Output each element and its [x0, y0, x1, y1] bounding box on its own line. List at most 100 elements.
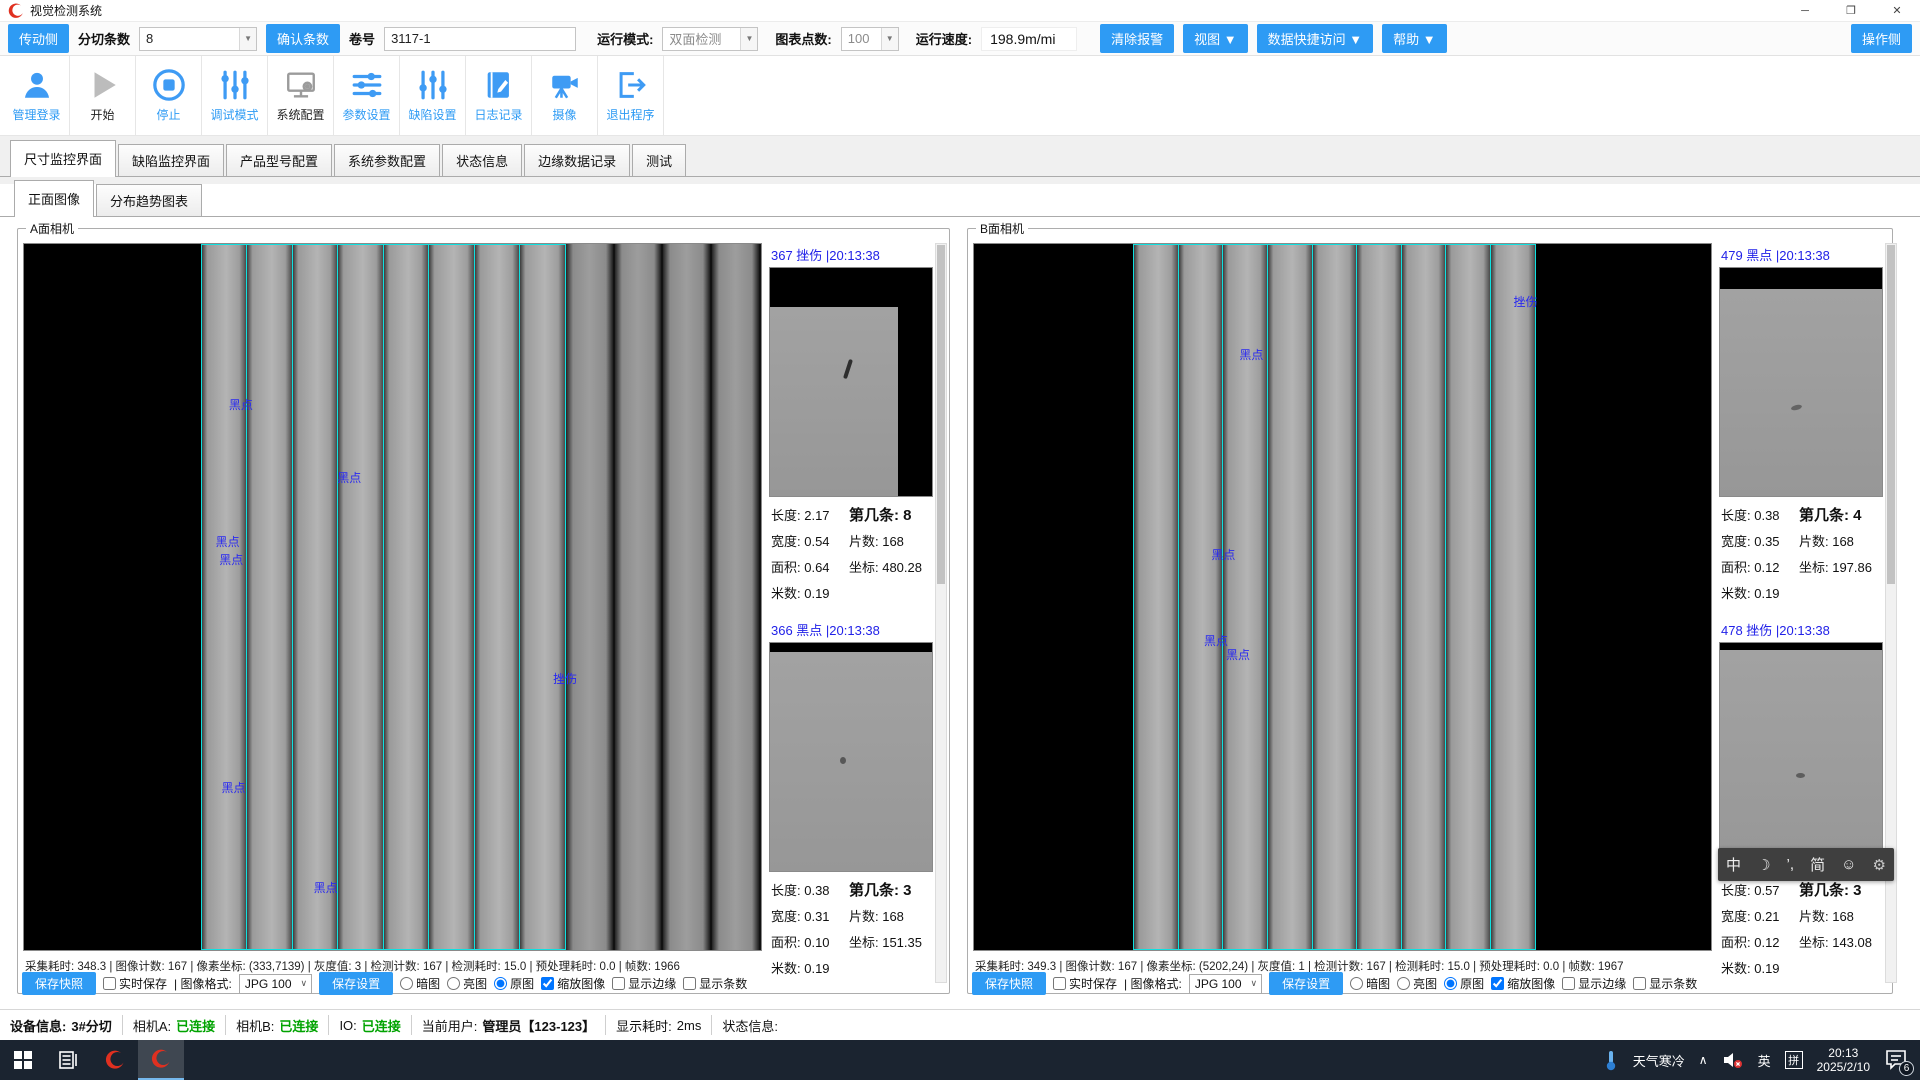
image-format-label: | 图像格式: [1124, 975, 1182, 992]
display-time-label: 显示耗时: [616, 1016, 672, 1035]
current-user-value: 管理员【123-123】 [482, 1016, 595, 1035]
dark-image-radio[interactable]: 暗图 [400, 975, 440, 992]
slit-strip [293, 245, 338, 949]
show-edge-checkbox[interactable]: 显示边缘 [612, 975, 676, 992]
ime-settings-gear-icon[interactable]: ⚙ [1872, 856, 1885, 874]
zoom-image-checkbox[interactable]: 缩放图像 [1491, 975, 1555, 992]
video-capture-icon [548, 68, 582, 102]
exit-program-button[interactable]: 退出程序 [598, 56, 664, 135]
minimize-button[interactable]: ─ [1782, 0, 1828, 21]
confirm-count-button[interactable]: 确认条数 [266, 24, 340, 53]
close-button[interactable]: ✕ [1874, 0, 1920, 21]
tab-product-model-config[interactable]: 产品型号配置 [226, 144, 332, 177]
show-edge-checkbox[interactable]: 显示边缘 [1562, 975, 1626, 992]
original-image-radio[interactable]: 原图 [494, 975, 534, 992]
maximize-button[interactable]: ❐ [1828, 0, 1874, 21]
param-settings-icon [350, 68, 384, 102]
realtime-save-checkbox[interactable]: 实时保存 [1053, 975, 1117, 992]
defect-scrollbar[interactable] [935, 243, 947, 983]
tab-status-info[interactable]: 状态信息 [442, 144, 522, 177]
subtab-front-image[interactable]: 正面图像 [14, 180, 94, 217]
slit-strip [1446, 245, 1491, 949]
ime-fullwidth-moon-icon[interactable]: ☽ [1757, 856, 1770, 874]
tab-size-monitor[interactable]: 尺寸监控界面 [10, 140, 116, 177]
slit-strip-dim [663, 244, 712, 950]
volume-muted-icon[interactable] [1722, 1051, 1744, 1069]
roll-number-input[interactable] [384, 27, 576, 51]
action-center-button[interactable]: 6 [1884, 1047, 1910, 1073]
defect-card[interactable]: 478 挫伤 |20:13:38 长度: 0.57第几条: 3 宽度: 0.21… [1719, 618, 1883, 982]
save-settings-button[interactable]: 保存设置 [1269, 972, 1343, 995]
start-button[interactable] [0, 1040, 46, 1080]
show-count-checkbox[interactable]: 显示条数 [1633, 975, 1697, 992]
defect-card[interactable]: 367 挫伤 |20:13:38 长度: 2.17第几条: 8 宽度: 0.54… [769, 243, 933, 607]
app-logo-icon [8, 3, 24, 19]
current-user-label: 当前用户: [422, 1016, 478, 1035]
original-image-radio[interactable]: 原图 [1444, 975, 1484, 992]
system-config-button[interactable]: 系统配置 [268, 56, 334, 135]
ime-simplified-icon[interactable]: 简 [1810, 854, 1825, 875]
log-record-icon [482, 68, 516, 102]
run-mode-select[interactable]: 双面检测 ▼ [662, 27, 758, 51]
zoom-image-checkbox[interactable]: 缩放图像 [541, 975, 605, 992]
slit-roi-outline [201, 244, 566, 950]
subtab-distribution-trend-chart[interactable]: 分布趋势图表 [96, 184, 202, 217]
task-view-button[interactable] [46, 1040, 92, 1080]
view-menu-button[interactable]: 视图 ▼ [1183, 24, 1247, 53]
ime-emoji-icon[interactable]: ☺ [1841, 856, 1856, 873]
defect-header: 366 黑点 |20:13:38 [769, 618, 933, 642]
param-settings-button[interactable]: 参数设置 [334, 56, 400, 135]
admin-login-button[interactable]: 管理登录 [4, 56, 70, 135]
save-snapshot-button[interactable]: 保存快照 [972, 972, 1046, 995]
tab-defect-monitor[interactable]: 缺陷监控界面 [118, 144, 224, 177]
defect-header: 479 黑点 |20:13:38 [1719, 243, 1883, 267]
save-snapshot-button[interactable]: 保存快照 [22, 972, 96, 995]
clear-alarm-button[interactable]: 清除报警 [1100, 24, 1174, 53]
slit-count-select[interactable]: 8 ▼ [139, 27, 257, 51]
weather-status-text[interactable]: 天气寒冷 [1633, 1051, 1685, 1070]
video-capture-button[interactable]: 摄像 [532, 56, 598, 135]
ime-punctuation-icon[interactable]: ’, [1787, 856, 1795, 873]
bright-image-radio[interactable]: 亮图 [1397, 975, 1437, 992]
chart-points-select[interactable]: 100 ▼ [841, 27, 899, 51]
show-count-checkbox[interactable]: 显示条数 [683, 975, 747, 992]
image-format-select[interactable]: JPG 100∨ [239, 974, 312, 994]
language-indicator[interactable]: 英 [1758, 1051, 1771, 1070]
ime-pinyin-badge[interactable]: 拼 [1785, 1051, 1803, 1069]
taskbar-clock[interactable]: 20:13 2025/2/10 [1817, 1046, 1870, 1074]
realtime-save-checkbox[interactable]: 实时保存 [103, 975, 167, 992]
image-format-select[interactable]: JPG 100∨ [1189, 974, 1262, 994]
statusbar-status-info: 状态信息: [712, 1015, 793, 1035]
task-list-icon [59, 1051, 79, 1069]
help-menu-button[interactable]: 帮助 ▼ [1382, 24, 1446, 53]
thermometer-icon [1603, 1049, 1619, 1071]
defect-settings-button[interactable]: 缺陷设置 [400, 56, 466, 135]
running-app-vision-system[interactable] [138, 1040, 184, 1080]
tab-test[interactable]: 测试 [632, 144, 686, 177]
defect-card[interactable]: 366 黑点 |20:13:38 长度: 0.38第几条: 3 宽度: 0.31… [769, 618, 933, 982]
tab-edge-data-record[interactable]: 边缘数据记录 [524, 144, 630, 177]
log-record-button[interactable]: 日志记录 [466, 56, 532, 135]
tray-expand-chevron-icon[interactable]: ∧ [1699, 1053, 1708, 1067]
sub-tab-bar: 正面图像分布趋势图表 [0, 184, 1920, 217]
defect-stats: 长度: 0.57第几条: 3 宽度: 0.21片数: 168 面积: 0.12坐… [1719, 872, 1883, 982]
operator-side-button[interactable]: 操作侧 [1851, 24, 1912, 53]
slit-strip [1134, 245, 1179, 949]
defect-card[interactable]: 479 黑点 |20:13:38 长度: 0.38第几条: 4 宽度: 0.35… [1719, 243, 1883, 607]
slit-strip [1179, 245, 1224, 949]
slit-strip [1313, 245, 1358, 949]
admin-login-icon [20, 68, 54, 102]
statusbar-device-info: 设备信息:3#分切 [0, 1015, 123, 1035]
ime-chinese-mode-icon[interactable]: 中 [1726, 854, 1741, 875]
dark-image-radio[interactable]: 暗图 [1350, 975, 1390, 992]
debug-mode-button[interactable]: 调试模式 [202, 56, 268, 135]
data-quick-access-menu-button[interactable]: 数据快捷访问 ▼ [1257, 24, 1373, 53]
start-button[interactable]: 开始 [70, 56, 136, 135]
debug-mode-label: 调试模式 [210, 106, 258, 123]
save-settings-button[interactable]: 保存设置 [319, 972, 393, 995]
tab-system-param-config[interactable]: 系统参数配置 [334, 144, 440, 177]
pinned-app-vision-system[interactable] [92, 1040, 138, 1080]
drive-side-button[interactable]: 传动侧 [8, 24, 69, 53]
bright-image-radio[interactable]: 亮图 [447, 975, 487, 992]
stop-button[interactable]: 停止 [136, 56, 202, 135]
